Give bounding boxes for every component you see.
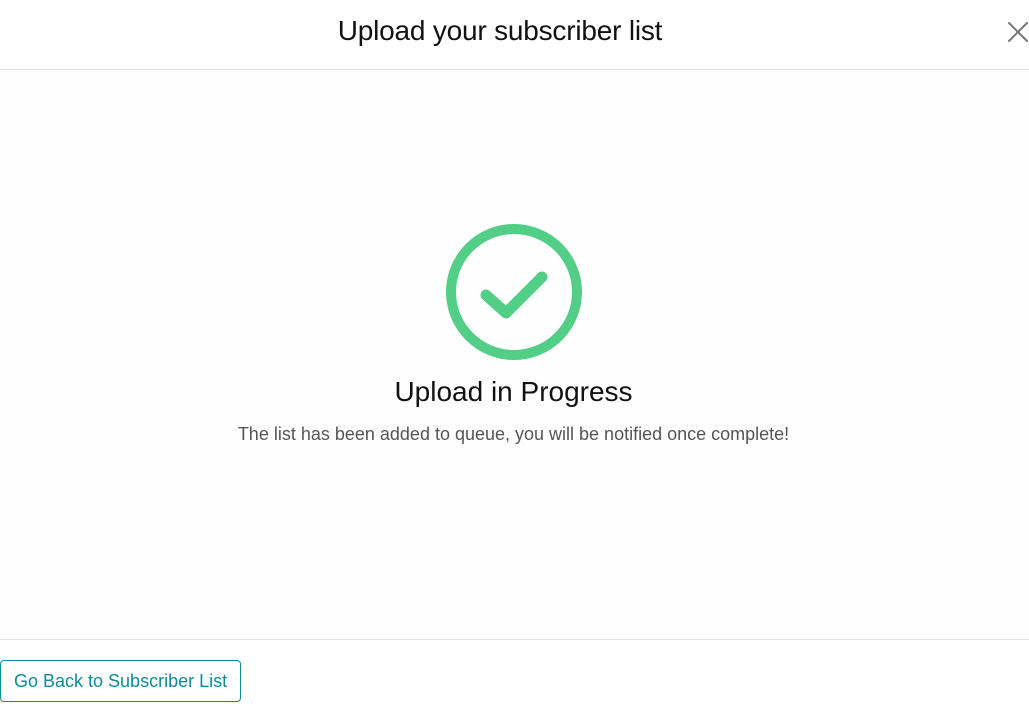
close-icon [1008, 22, 1028, 42]
modal-body: Upload in Progress The list has been add… [0, 71, 1029, 639]
go-back-button[interactable]: Go Back to Subscriber List [0, 660, 242, 702]
status-message: The list has been added to queue, you wi… [237, 424, 790, 444]
modal-header: Upload your subscriber list [0, 0, 1029, 70]
status-title: Upload in Progress [394, 376, 633, 407]
modal-title: Upload your subscriber list [337, 15, 663, 46]
modal-footer: Go Back to Subscriber List [0, 639, 1029, 709]
close-button[interactable] [1005, 18, 1029, 46]
check-circle-icon [446, 224, 582, 360]
upload-modal: Upload your subscriber list Upload in Pr… [0, 0, 1029, 709]
